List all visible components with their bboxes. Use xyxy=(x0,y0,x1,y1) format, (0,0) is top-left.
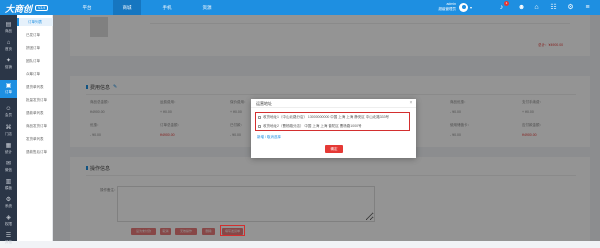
subnav-item[interactable]: 批量发货订单 xyxy=(17,96,53,104)
checkbox[interactable] xyxy=(258,124,261,128)
close-icon[interactable]: × xyxy=(407,99,415,108)
subnav-item[interactable]: 商品发货订单 xyxy=(17,122,53,130)
sidebar-item-home[interactable]: ⌂ 首页 xyxy=(0,37,17,55)
star-icon: ✦ xyxy=(5,58,12,64)
add-address-link[interactable]: 新增 / 取消选择 xyxy=(257,135,281,140)
address-option-list: 收货地址1（中山北路分店） 13000000000 中国 上海 上海 静安区 中… xyxy=(255,112,410,131)
subnav-item[interactable]: 退款售后订单 xyxy=(17,148,53,156)
store-icon: ⌘ xyxy=(5,125,12,131)
confirm-button[interactable]: 确定 xyxy=(325,145,343,153)
notification-badge: 1 xyxy=(504,1,509,6)
address-option[interactable]: 收货地址1（中山北路分店） 13000000000 中国 上海 上海 静安区 中… xyxy=(258,114,389,121)
gear-icon: ⚙ xyxy=(5,197,12,203)
highlight-frame xyxy=(220,225,245,236)
list-icon: ☰ xyxy=(5,233,12,239)
sidebar-item-template[interactable]: ▥ 模板 xyxy=(0,176,17,194)
sidebar: ▤ 商品 ⌂ 首页 ✦ 促销 ▣ 订单 ☺ 会员 ⌘ 门店 ▦ 统计 ✉ 微信 ▥ 模板 ⚙ 系统 … xyxy=(0,15,17,244)
subnav-item[interactable]: 团队订单 xyxy=(17,57,53,65)
sub-navigation: 订单列表 已发订单 拼团订单 团队订单 众筹订单 退货单列表 批量发货订单 退款… xyxy=(17,15,53,241)
avatar[interactable] xyxy=(459,3,468,12)
subnav-item[interactable]: 发货单列表 xyxy=(17,135,53,143)
sidebar-item-other[interactable]: ☰ 其他 xyxy=(0,230,17,248)
chart-icon: ▦ xyxy=(5,143,12,149)
sidebar-item-system[interactable]: ⚙ 系统 xyxy=(0,194,17,212)
settings-icon[interactable]: ⚙ xyxy=(566,3,575,12)
sidebar-item-wechat[interactable]: ✉ 微信 xyxy=(0,158,17,176)
goods-icon: ▤ xyxy=(5,22,12,28)
nav-platform[interactable]: 平台 xyxy=(73,0,101,15)
menu-icon[interactable]: ≡ xyxy=(583,3,592,12)
group-icon[interactable]: ☷ xyxy=(549,3,558,12)
sidebar-item-promotion[interactable]: ✦ 促销 xyxy=(0,55,17,73)
top-bar: 大商创 V3.9 平台 商城 手机 资源 admin 超级管理员 ▾ ♪ 1 ☻… xyxy=(0,0,600,15)
version-badge: V3.9 xyxy=(35,5,49,11)
subnav-item[interactable]: 退款单列表 xyxy=(17,109,53,117)
template-icon: ▥ xyxy=(5,179,12,185)
sidebar-item-members[interactable]: ☺ 会员 xyxy=(0,103,17,121)
sidebar-item-orders[interactable]: ▣ 订单 xyxy=(0,80,17,98)
checkbox[interactable] xyxy=(258,115,261,119)
order-icon: ▣ xyxy=(5,83,12,89)
nav-mall[interactable]: 商城 xyxy=(113,0,141,15)
subnav-item[interactable]: 已发订单 xyxy=(17,31,53,39)
sidebar-item-goods[interactable]: ▤ 商品 xyxy=(0,19,17,37)
user-role: 超级管理员 xyxy=(438,7,457,11)
subnav-item[interactable]: 订单列表 xyxy=(17,18,53,26)
subnav-item[interactable]: 众筹订单 xyxy=(17,70,53,78)
address-option[interactable]: 收货地址2（曹杨路分店） 中国 上海 上海 普陀区 曹杨路1000号 xyxy=(258,123,362,130)
address-modal: 运营地址 × 收货地址1（中山北路分店） 13000000000 中国 上海 上… xyxy=(251,99,416,158)
sidebar-item-permission[interactable]: ◈ 权限 xyxy=(0,212,17,230)
modal-title: 运营地址 xyxy=(251,99,416,108)
wechat-icon: ✉ xyxy=(5,161,12,167)
home-icon[interactable]: ⌂ xyxy=(532,3,541,12)
nav-resources[interactable]: 资源 xyxy=(193,0,221,15)
subnav-item[interactable]: 拼团订单 xyxy=(17,44,53,52)
shield-icon: ◈ xyxy=(6,215,11,221)
address-option-label: 收货地址2（曹杨路分店） 中国 上海 上海 普陀区 曹杨路1000号 xyxy=(263,124,362,128)
chevron-down-icon[interactable]: ▾ xyxy=(470,5,472,10)
member-icon: ☺ xyxy=(5,106,12,112)
subnav-item[interactable]: 退货单列表 xyxy=(17,83,53,91)
user-info[interactable]: admin 超级管理员 xyxy=(420,2,457,12)
sidebar-item-stats[interactable]: ▦ 统计 xyxy=(0,140,17,158)
nav-mobile[interactable]: 手机 xyxy=(153,0,181,15)
brand-logo[interactable]: 大商创 xyxy=(5,2,32,15)
address-option-label: 收货地址1（中山北路分店） 13000000000 中国 上海 上海 静安区 中… xyxy=(263,115,390,119)
user-icon[interactable]: ☻ xyxy=(517,3,526,12)
sidebar-item-stores[interactable]: ⌘ 门店 xyxy=(0,122,17,140)
home-icon: ⌂ xyxy=(6,40,11,46)
